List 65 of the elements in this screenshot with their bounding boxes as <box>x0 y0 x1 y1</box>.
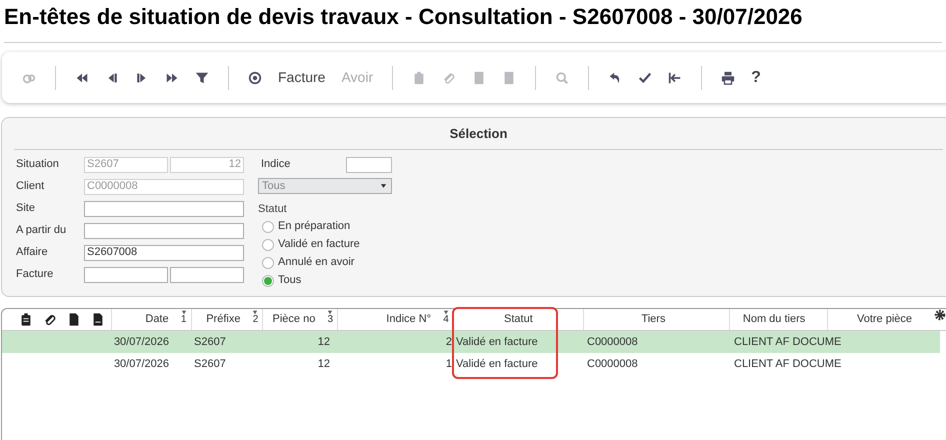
toolbar-button[interactable]: ? <box>751 66 761 90</box>
document-icon[interactable] <box>67 312 81 327</box>
table-cell: 30/07/2026 <box>114 336 169 348</box>
check-icon[interactable] <box>638 70 652 84</box>
table-cell: 12 <box>318 358 330 370</box>
input-field[interactable] <box>170 266 244 282</box>
document-lines-icon[interactable] <box>91 312 105 327</box>
table-cell: C0000008 <box>587 358 638 370</box>
sort-arrow-icon[interactable] <box>180 310 188 315</box>
column-header[interactable]: Nom du tiers <box>742 311 806 328</box>
table-cell: S2607 <box>194 336 226 348</box>
field-label: Client <box>16 179 46 194</box>
paperclip-icon[interactable] <box>43 312 57 327</box>
input-field[interactable]: S2607008 <box>84 244 244 260</box>
column-header[interactable]: Indice N° <box>386 311 432 328</box>
column-header[interactable]: Votre pièce <box>856 311 912 328</box>
table-cell: S2607 <box>194 358 226 370</box>
field-label: Site <box>16 201 36 216</box>
column-header[interactable]: Tiers <box>641 311 666 328</box>
table-cell: 12 <box>318 336 330 348</box>
field-label: Indice <box>260 157 290 172</box>
radio-option[interactable]: Annulé en avoir <box>258 254 392 272</box>
settings-icon[interactable] <box>934 309 946 321</box>
table-cell: 1 <box>446 358 452 370</box>
radio-option[interactable]: Validé en facture <box>258 236 392 254</box>
field-label: Situation <box>16 157 60 172</box>
field-label: Facture <box>16 267 54 282</box>
column-header[interactable]: Date <box>145 311 169 328</box>
field-label: Statut <box>258 202 288 217</box>
target-icon[interactable] <box>248 70 262 84</box>
input-field[interactable] <box>84 266 168 282</box>
column-header[interactable]: Statut <box>504 311 533 328</box>
table-cell: Validé en facture <box>456 336 538 348</box>
input-field[interactable] <box>84 222 244 238</box>
column-header[interactable]: Pièce no <box>272 311 316 328</box>
panel-title: Sélection <box>450 124 508 143</box>
input-field[interactable] <box>84 200 244 216</box>
clipboard-icon[interactable] <box>19 312 33 327</box>
input-field[interactable] <box>346 156 392 172</box>
sort-order: 2 <box>252 315 258 324</box>
table-cell: CLIENT AF DOCUME <box>734 336 842 348</box>
table-row[interactable]: 30/07/2026 S2607 12 2 Validé en facture C0000008 CLIENT AF DOCUME <box>2 331 940 353</box>
printer-icon[interactable] <box>721 70 736 84</box>
sort-arrow-icon[interactable] <box>442 310 450 315</box>
double-arrow-left-icon[interactable] <box>75 70 89 84</box>
field-label: Affaire <box>16 245 49 260</box>
column-header[interactable]: Préfixe <box>206 311 240 328</box>
sort-order: 1 <box>180 315 186 324</box>
table-cell: C0000008 <box>587 336 638 348</box>
sort-order: 4 <box>443 315 449 324</box>
table-cell: 2 <box>446 336 452 348</box>
window-title: En-têtes de situation de devis travaux - Consultation - S2607008 - 30/07/2026 <box>3 3 804 31</box>
table-cell: CLIENT AF DOCUME <box>734 358 842 370</box>
field-label: A partir du <box>16 223 68 238</box>
table-cell: Validé en facture <box>456 358 538 370</box>
sort-order: 3 <box>328 315 334 324</box>
sort-arrow-icon[interactable] <box>326 310 334 315</box>
filter-icon[interactable] <box>195 70 209 84</box>
radio-option[interactable]: Tous <box>258 272 392 290</box>
radio-option[interactable]: En préparation <box>258 218 392 236</box>
sort-arrow-icon[interactable] <box>251 310 260 315</box>
caret-down-icon <box>379 183 388 189</box>
toolbar-button[interactable]: Facture <box>278 67 326 88</box>
arrow-to-start-icon[interactable] <box>668 70 682 84</box>
table-cell: 30/07/2026 <box>114 358 169 370</box>
